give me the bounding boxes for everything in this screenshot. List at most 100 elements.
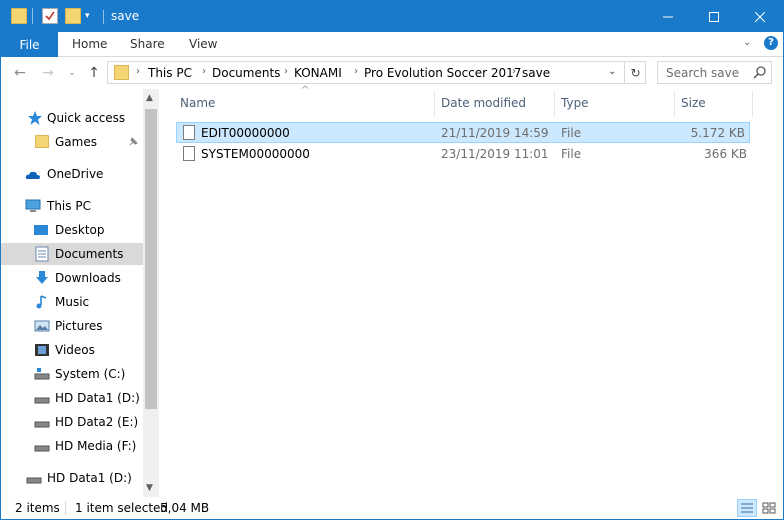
column-divider[interactable]: [434, 91, 435, 117]
drive-icon: [34, 445, 50, 452]
breadcrumb-this-pc[interactable]: This PC: [148, 66, 192, 80]
file-type: File: [561, 147, 582, 161]
tab-share[interactable]: Share: [130, 37, 165, 51]
sidebar-item-hd-data1-d-network[interactable]: HD Data1 (D:): [1, 467, 143, 489]
sidebar-item-desktop[interactable]: Desktop: [1, 219, 143, 241]
up-arrow-icon[interactable]: ↑: [85, 64, 103, 82]
column-header-date-modified[interactable]: Date modified: [441, 96, 526, 110]
sort-ascending-icon: ^: [301, 85, 310, 96]
new-folder-icon[interactable]: [65, 8, 81, 24]
pictures-icon: [34, 320, 50, 332]
tab-file[interactable]: File: [1, 32, 58, 57]
search-box[interactable]: Search save: [657, 61, 772, 84]
cloud-icon: [25, 171, 40, 179]
search-input[interactable]: Search save: [666, 66, 739, 80]
title-separator: [103, 10, 104, 24]
status-separator: [65, 501, 66, 515]
sidebar-item-pictures[interactable]: Pictures: [1, 315, 143, 337]
file-icon: [183, 125, 195, 140]
column-header-type[interactable]: Type: [561, 96, 589, 110]
chevron-down-icon[interactable]: ⌄: [608, 66, 616, 77]
column-header-size[interactable]: Size: [681, 96, 706, 110]
help-icon[interactable]: ?: [764, 36, 778, 50]
ribbon: File Home Share View ⌄ ?: [1, 32, 783, 57]
file-row[interactable]: EDIT00000000 21/11/2019 14:59 File 5.172…: [176, 122, 750, 143]
sidebar-item-hd-media-f[interactable]: HD Media (F:): [1, 435, 143, 457]
breadcrumb-save[interactable]: save: [522, 66, 550, 80]
sidebar-item-label: Music: [55, 295, 90, 309]
details-view-icon: [741, 503, 753, 513]
file-row[interactable]: SYSTEM00000000 23/11/2019 11:01 File 366…: [176, 144, 750, 165]
column-divider[interactable]: [674, 91, 675, 117]
sidebar-item-quick-access[interactable]: Quick access: [1, 107, 143, 129]
large-icons-view-button[interactable]: [759, 499, 779, 517]
scroll-thumb[interactable]: [145, 109, 157, 409]
download-icon: [36, 271, 48, 284]
documents-icon: [35, 246, 49, 262]
forward-arrow-icon[interactable]: →: [39, 64, 57, 82]
folder-icon: [35, 135, 49, 148]
navigation-bar: ← → ⌄ ↑ › This PC › Documents › KONAMI ›…: [1, 58, 783, 88]
breadcrumb-documents[interactable]: Documents: [212, 66, 280, 80]
sidebar-item-music[interactable]: Music: [1, 291, 143, 313]
expand-ribbon-icon[interactable]: ⌄: [743, 37, 751, 48]
properties-icon[interactable]: [42, 8, 58, 24]
column-divider[interactable]: [752, 91, 753, 117]
drive-icon: [34, 421, 50, 428]
sidebar-item-label: OneDrive: [47, 167, 104, 181]
search-icon[interactable]: [753, 65, 767, 79]
address-bar[interactable]: › This PC › Documents › KONAMI › Pro Evo…: [107, 61, 646, 84]
close-button[interactable]: [737, 1, 783, 32]
pin-icon[interactable]: [127, 136, 139, 148]
sidebar-item-label: Desktop: [55, 223, 105, 237]
maximize-button[interactable]: [691, 1, 737, 32]
breadcrumb-konami[interactable]: KONAMI: [294, 66, 342, 80]
scroll-up-icon[interactable]: ▲: [146, 93, 153, 103]
file-date: 23/11/2019 11:01: [441, 147, 549, 161]
sidebar-item-hd-data2-e[interactable]: HD Data2 (E:): [1, 411, 143, 433]
sidebar-scrollbar[interactable]: ▲ ▼: [143, 89, 159, 497]
qat-separator: [32, 8, 33, 24]
item-count: 2 items: [15, 501, 60, 515]
navigation-pane: Quick access Games OneDrive This PC Desk…: [1, 89, 159, 497]
details-view-button[interactable]: [737, 499, 757, 517]
chevron-right-icon[interactable]: ›: [284, 66, 288, 77]
file-size: 366 KB: [704, 147, 747, 161]
sidebar-item-system-c[interactable]: System (C:): [1, 363, 143, 385]
sidebar-item-label: HD Data1 (D:): [47, 471, 132, 485]
sidebar-item-documents[interactable]: Documents: [1, 243, 143, 265]
sidebar-item-label: Downloads: [55, 271, 121, 285]
sidebar-item-onedrive[interactable]: OneDrive: [1, 163, 143, 185]
qat-dropdown-icon[interactable]: ▾: [85, 11, 101, 27]
chevron-right-icon[interactable]: ›: [512, 66, 516, 77]
sidebar-item-games[interactable]: Games: [1, 131, 143, 153]
title-bar: ▾ save: [1, 1, 783, 32]
sidebar-item-videos[interactable]: Videos: [1, 339, 143, 361]
sidebar-item-label: This PC: [47, 199, 91, 213]
file-name: EDIT00000000: [201, 126, 290, 140]
tab-view[interactable]: View: [189, 37, 217, 51]
chevron-right-icon[interactable]: ›: [354, 66, 358, 77]
desktop-icon: [34, 225, 48, 235]
sidebar-item-label: Documents: [55, 247, 124, 261]
system-drive-icon: [34, 368, 50, 380]
column-divider[interactable]: [554, 91, 555, 117]
sidebar-item-downloads[interactable]: Downloads: [1, 267, 143, 289]
tab-home[interactable]: Home: [72, 37, 107, 51]
breadcrumb-pes-2017[interactable]: Pro Evolution Soccer 2017: [364, 66, 521, 80]
refresh-icon[interactable]: ↻: [624, 62, 646, 83]
window-title: save: [111, 9, 140, 23]
selection-size: 5,04 MB: [160, 501, 210, 515]
file-list: ^ Name Date modified Type Size EDIT00000…: [164, 85, 783, 497]
column-header-name[interactable]: Name: [180, 96, 215, 110]
sidebar-item-this-pc[interactable]: This PC: [1, 195, 143, 217]
sidebar-item-label: HD Data2 (E:): [55, 415, 139, 429]
scroll-down-icon[interactable]: ▼: [146, 483, 153, 493]
chevron-right-icon[interactable]: ›: [136, 66, 140, 77]
sidebar-item-hd-data1-d[interactable]: HD Data1 (D:): [1, 387, 143, 409]
minimize-button[interactable]: [645, 1, 691, 32]
chevron-right-icon[interactable]: ›: [202, 66, 206, 77]
file-type: File: [561, 126, 582, 140]
recent-locations-icon[interactable]: ⌄: [63, 64, 81, 82]
back-arrow-icon[interactable]: ←: [11, 64, 29, 82]
